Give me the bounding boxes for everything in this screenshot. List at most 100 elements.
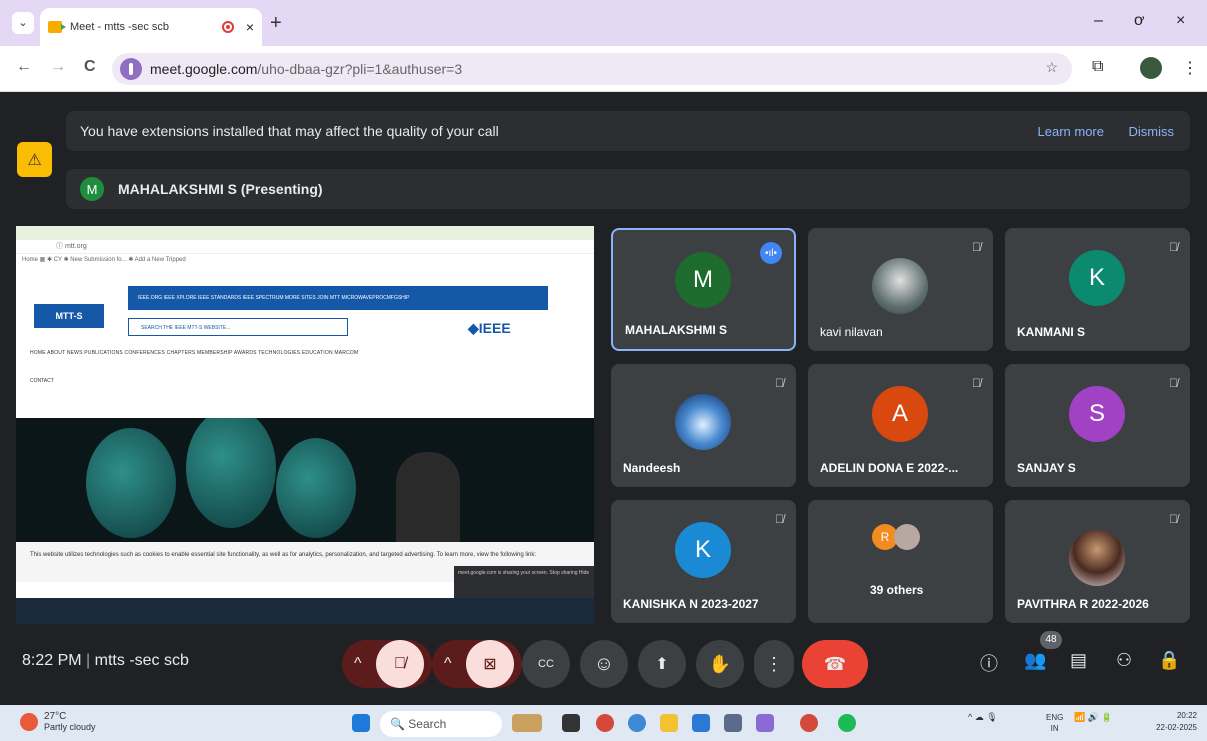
tab-search-chevron-icon[interactable]: ⌄ <box>12 12 34 34</box>
present-button[interactable]: ⬆ <box>638 640 686 688</box>
calculator-icon[interactable] <box>724 714 742 732</box>
video-options-button[interactable]: ^ <box>444 655 452 673</box>
dismiss-button[interactable]: Dismiss <box>1129 124 1175 139</box>
browser-tab-meet[interactable]: Meet - mtts -sec scb × <box>40 8 262 46</box>
participant-name: MAHALAKSHMI S <box>625 323 727 337</box>
chrome-active-icon[interactable] <box>800 714 818 732</box>
weather-widget[interactable]: 27°C Partly cloudy <box>20 711 96 732</box>
reactions-button[interactable]: ☺ <box>580 640 628 688</box>
system-tray-icons[interactable]: ^ ☁ 🎙 <box>968 712 998 723</box>
profile-avatar[interactable] <box>1140 57 1162 79</box>
browser-menu-icon[interactable]: ⋮ <box>1182 58 1198 78</box>
mic-toggle-button[interactable]: 🎙̸ <box>376 640 424 688</box>
participant-avatar: A <box>872 386 928 442</box>
ieee-top-nav: IEEE.ORG IEEE XPLORE IEEE STANDARDS IEEE… <box>128 286 548 310</box>
address-bar[interactable]: meet.google.com /uho-dbaa-gzr?pli=1&auth… <box>112 53 1072 85</box>
participant-tile-kanmani[interactable]: K 🎙̸ KANMANI S <box>1005 228 1190 351</box>
meeting-details-icon[interactable]: ⓘ <box>980 650 998 676</box>
start-button-icon[interactable] <box>352 714 370 732</box>
participant-tile-mahalakshmi[interactable]: M •ıl• MAHALAKSHMI S <box>611 228 796 351</box>
mic-off-icon: 🎙̸ <box>972 376 981 390</box>
learn-more-link[interactable]: Learn more <box>1038 124 1104 139</box>
reload-button[interactable]: C <box>84 58 96 76</box>
participant-name: Nandeesh <box>623 461 681 475</box>
extension-warning-icon[interactable]: ⚠ <box>17 142 52 177</box>
network-volume-battery-icons[interactable]: 📶 🔊 🔋 <box>1074 712 1113 723</box>
browser-toolbar: ← → C meet.google.com /uho-dbaa-gzr?pli=… <box>0 46 1207 92</box>
taskbar-search-label: Search <box>408 717 447 731</box>
captions-button[interactable]: CC <box>522 640 570 688</box>
chrome-icon[interactable] <box>596 714 614 732</box>
others-avatars: R <box>872 524 920 550</box>
mail-icon[interactable] <box>692 714 710 732</box>
file-explorer-icon[interactable] <box>660 714 678 732</box>
tab-title: Meet - mtts -sec scb <box>70 21 170 33</box>
camera-toggle-button[interactable]: ⊠ <box>466 640 514 688</box>
ieee-contact-link: CONTACT <box>30 378 54 384</box>
participant-tile-pavithra[interactable]: 🎙̸ PAVITHRA R 2022-2026 <box>1005 500 1190 623</box>
participant-tile-adelin[interactable]: A 🎙̸ ADELIN DONA E 2022-... <box>808 364 993 487</box>
mtts-logo: MTT-S <box>34 304 104 328</box>
participant-tile-sanjay[interactable]: S 🎙̸ SANJAY S <box>1005 364 1190 487</box>
people-icon[interactable]: 👥 <box>1024 650 1046 671</box>
participant-tile-kavi[interactable]: 🎙̸ kavi nilavan <box>808 228 993 351</box>
forward-button[interactable]: → <box>50 58 66 76</box>
mic-off-icon: 🎙̸ <box>972 240 981 254</box>
back-button[interactable]: ← <box>16 58 32 76</box>
extensions-notice-banner: You have extensions installed that may a… <box>66 111 1190 151</box>
participant-avatar: S <box>1069 386 1125 442</box>
tab-close-icon[interactable]: × <box>246 19 254 35</box>
activities-icon[interactable]: ⚇ <box>1116 650 1132 671</box>
language-indicator[interactable]: ENG IN <box>1046 712 1063 734</box>
camera-off-icon: ⊠ <box>483 656 497 673</box>
extensions-icon[interactable]: ⧉ <box>1092 58 1103 76</box>
news-widget-icon[interactable] <box>512 714 542 732</box>
participant-name: ADELIN DONA E 2022-... <box>820 461 959 475</box>
site-info-icon[interactable] <box>120 58 142 80</box>
shared-bookmarks: Home ▦ ✱ CY ✱ New Submission fo... ✱ Add… <box>22 257 186 263</box>
raise-hand-button[interactable]: ✋ <box>696 640 744 688</box>
chat-icon[interactable]: ▤ <box>1070 650 1087 671</box>
taskbar-search[interactable]: 🔍 Search <box>380 711 502 737</box>
participant-tile-kanishka[interactable]: K 🎙̸ KANISHKA N 2023-2027 <box>611 500 796 623</box>
edge-icon[interactable] <box>628 714 646 732</box>
app-icon[interactable] <box>756 714 774 732</box>
new-tab-button[interactable]: + <box>270 12 282 35</box>
participant-avatar: K <box>1069 250 1125 306</box>
participant-tile-others[interactable]: R 39 others <box>808 500 993 623</box>
url-path: /uho-dbaa-gzr?pli=1&authuser=3 <box>257 61 463 77</box>
others-label: 39 others <box>870 583 924 597</box>
ieee-main-nav: HOME ABOUT NEWS PUBLICATIONS CONFERENCES… <box>30 350 359 356</box>
meeting-info: 8:22 PM | mtts -sec scb <box>22 652 189 669</box>
window-close-button[interactable]: × <box>1176 12 1185 30</box>
audio-options-button[interactable]: ^ <box>354 655 362 673</box>
spotify-icon[interactable] <box>838 714 856 732</box>
task-view-icon[interactable] <box>562 714 580 732</box>
phone-hangup-icon: ☎ <box>823 653 847 674</box>
participant-name: SANJAY S <box>1017 461 1076 475</box>
camera-control-group: ^ ⊠ <box>432 640 522 688</box>
more-vert-icon: ⋮ <box>765 653 783 674</box>
mic-off-icon: 🎙̸ <box>775 376 784 390</box>
participant-photo <box>675 394 731 450</box>
maximize-button[interactable]: ơ <box>1134 12 1145 30</box>
host-controls-icon[interactable]: 🔒 <box>1158 650 1180 671</box>
hand-icon: ✋ <box>708 653 732 674</box>
ieee-hero-image <box>16 418 594 542</box>
shared-taskbar <box>16 598 594 624</box>
notice-text: You have extensions installed that may a… <box>80 123 499 139</box>
weather-temp: 27°C <box>44 711 67 722</box>
participant-tile-nandeesh[interactable]: 🎙̸ Nandeesh <box>611 364 796 487</box>
more-options-button[interactable]: ⋮ <box>754 640 794 688</box>
participant-photo <box>894 524 920 550</box>
recording-indicator-icon <box>221 21 234 33</box>
speaker-figure <box>396 452 460 542</box>
bookmark-star-icon[interactable]: ☆ <box>1045 59 1058 76</box>
participant-avatar: M <box>675 252 731 308</box>
ieee-brand-logo: ◆IEEE <box>468 320 511 336</box>
minimize-button[interactable]: – <box>1094 12 1103 30</box>
language-bottom: IN <box>1050 724 1059 733</box>
taskbar-clock[interactable]: 20:22 22-02-2025 <box>1156 710 1197 734</box>
present-icon: ⬆ <box>655 656 669 673</box>
leave-call-button[interactable]: ☎ <box>802 640 868 688</box>
